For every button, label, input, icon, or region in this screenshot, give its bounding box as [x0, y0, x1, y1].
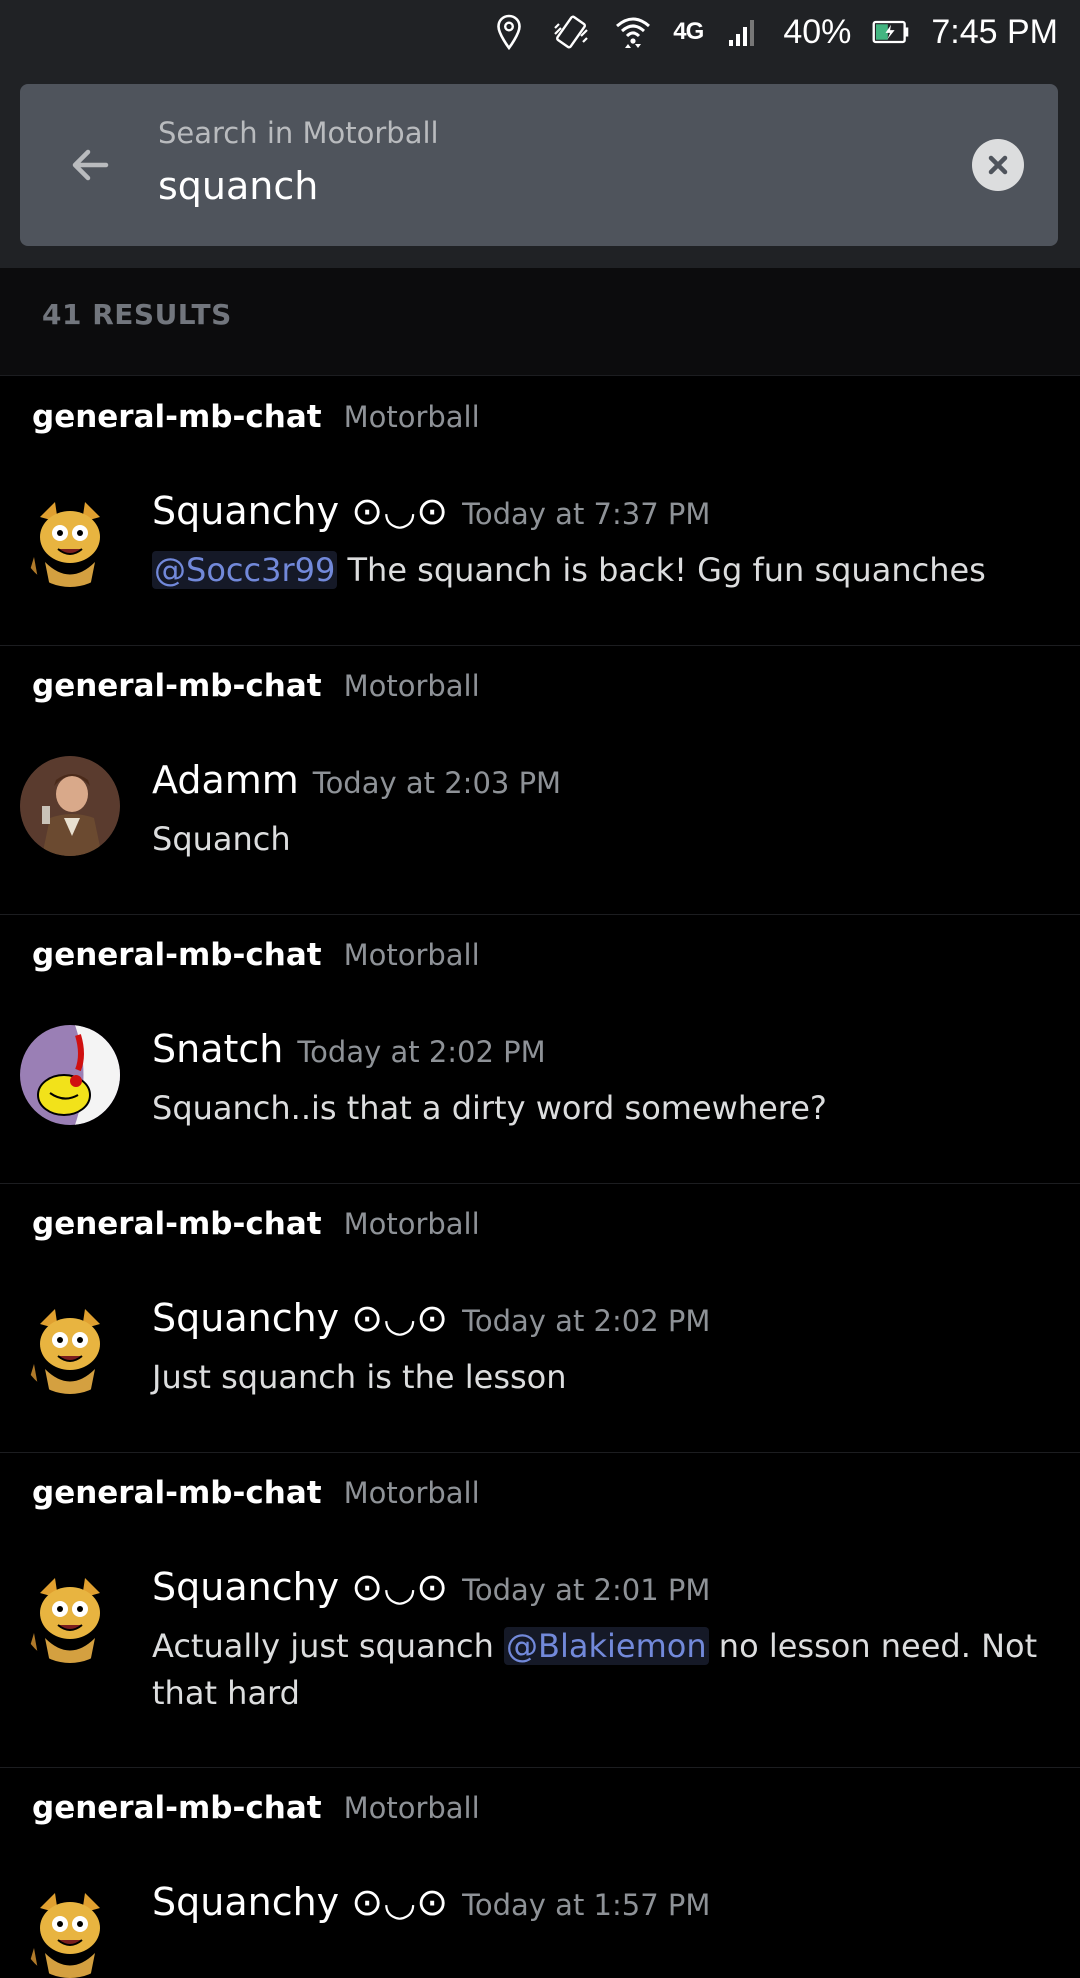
- avatar[interactable]: [20, 1563, 120, 1663]
- server-name: Motorball: [343, 1476, 480, 1510]
- channel-name[interactable]: general-mb-chat: [32, 668, 322, 704]
- result-header: general-mb-chat Motorball: [32, 1790, 480, 1826]
- result-header: general-mb-chat Motorball: [32, 1475, 480, 1511]
- username[interactable]: Adamm: [152, 758, 299, 802]
- user-mention[interactable]: @Blakiemon: [504, 1627, 709, 1665]
- timestamp: Today at 7:37 PM: [462, 497, 711, 531]
- search-placeholder-label: Search in Motorball: [158, 116, 439, 150]
- message-body: Squanch..is that a dirty word somewhere?: [152, 1089, 827, 1127]
- server-name: Motorball: [343, 938, 480, 972]
- username[interactable]: Squanchy ⊙◡⊙: [152, 489, 448, 533]
- vibrate-icon: [549, 10, 593, 54]
- clear-icon[interactable]: [972, 139, 1024, 191]
- location-icon: [487, 10, 531, 54]
- search-result[interactable]: general-mb-chat Motorball Squanchy ⊙◡⊙ T…: [0, 1768, 1080, 1978]
- results-count-bar: 41 RESULTS: [0, 268, 1080, 376]
- server-name: Motorball: [343, 669, 480, 703]
- message-text: Squanch..is that a dirty word somewhere?: [152, 1085, 1052, 1132]
- wifi-icon: [611, 10, 655, 54]
- results-count: 41 RESULTS: [42, 298, 232, 331]
- result-header: general-mb-chat Motorball: [32, 1206, 480, 1242]
- timestamp: Today at 2:01 PM: [462, 1573, 711, 1607]
- results-list: general-mb-chat Motorball Squanchy ⊙◡⊙ T…: [0, 377, 1080, 1978]
- channel-name[interactable]: general-mb-chat: [32, 937, 322, 973]
- message-header: Adamm Today at 2:03 PM: [152, 758, 561, 802]
- search-result[interactable]: general-mb-chat Motorball Squanchy ⊙◡⊙ T…: [0, 377, 1080, 646]
- avatar[interactable]: [20, 1025, 120, 1125]
- avatar[interactable]: [20, 756, 120, 856]
- timestamp: Today at 2:03 PM: [312, 766, 562, 800]
- network-type-label: 4G: [673, 18, 704, 45]
- server-name: Motorball: [343, 1207, 480, 1241]
- search-result[interactable]: general-mb-chat Motorball Snatch Today a…: [0, 915, 1080, 1184]
- username[interactable]: Squanchy ⊙◡⊙: [152, 1296, 448, 1340]
- message-header: Snatch Today at 2:02 PM: [152, 1027, 546, 1071]
- channel-name[interactable]: general-mb-chat: [32, 399, 322, 435]
- search-result[interactable]: general-mb-chat Motorball Squanchy ⊙◡⊙ T…: [0, 1453, 1080, 1768]
- message-text: Just squanch is the lesson: [152, 1354, 1052, 1401]
- clock: 7:45 PM: [931, 12, 1058, 51]
- message-header: Squanchy ⊙◡⊙ Today at 7:37 PM: [152, 489, 710, 533]
- channel-name[interactable]: general-mb-chat: [32, 1790, 322, 1826]
- timestamp: Today at 2:02 PM: [462, 1304, 711, 1338]
- search-input[interactable]: squanch: [158, 164, 318, 208]
- battery-charging-icon: [869, 10, 913, 54]
- search-result[interactable]: general-mb-chat Motorball Adamm Today at…: [0, 646, 1080, 915]
- username[interactable]: Snatch: [152, 1027, 283, 1071]
- server-name: Motorball: [343, 400, 480, 434]
- message-header: Squanchy ⊙◡⊙ Today at 2:01 PM: [152, 1565, 710, 1609]
- result-header: general-mb-chat Motorball: [32, 399, 480, 435]
- message-body: Squanch: [152, 820, 291, 858]
- back-arrow-icon[interactable]: [60, 135, 120, 195]
- message-header: Squanchy ⊙◡⊙ Today at 2:02 PM: [152, 1296, 710, 1340]
- message-text: Squanch: [152, 816, 1052, 863]
- channel-name[interactable]: general-mb-chat: [32, 1206, 322, 1242]
- server-name: Motorball: [343, 1791, 480, 1825]
- message-body: Just squanch is the lesson: [152, 1358, 567, 1396]
- channel-name[interactable]: general-mb-chat: [32, 1475, 322, 1511]
- message-text: @Socc3r99 The squanch is back! Gg fun sq…: [152, 547, 1052, 594]
- status-bar: 4G 40% 7:45 PM: [0, 0, 1080, 64]
- result-header: general-mb-chat Motorball: [32, 668, 480, 704]
- search-box[interactable]: Search in Motorball squanch: [20, 84, 1058, 246]
- avatar[interactable]: [20, 487, 120, 587]
- avatar[interactable]: [20, 1294, 120, 1394]
- message-text: Actually just squanch @Blakiemon no less…: [152, 1623, 1052, 1717]
- username[interactable]: Squanchy ⊙◡⊙: [152, 1565, 448, 1609]
- message-body: Actually just squanch: [152, 1627, 505, 1665]
- result-header: general-mb-chat Motorball: [32, 937, 480, 973]
- username[interactable]: Squanchy ⊙◡⊙: [152, 1880, 448, 1924]
- message-body: The squanch is back! Gg fun squanches: [337, 551, 986, 589]
- message-header: Squanchy ⊙◡⊙ Today at 1:57 PM: [152, 1880, 710, 1924]
- signal-icon: [721, 10, 765, 54]
- timestamp: Today at 1:57 PM: [462, 1888, 711, 1922]
- search-result[interactable]: general-mb-chat Motorball Squanchy ⊙◡⊙ T…: [0, 1184, 1080, 1453]
- timestamp: Today at 2:02 PM: [297, 1035, 546, 1069]
- avatar[interactable]: [20, 1878, 120, 1978]
- search-header: Search in Motorball squanch: [0, 64, 1080, 268]
- battery-percent: 40%: [783, 12, 852, 51]
- user-mention[interactable]: @Socc3r99: [152, 551, 338, 589]
